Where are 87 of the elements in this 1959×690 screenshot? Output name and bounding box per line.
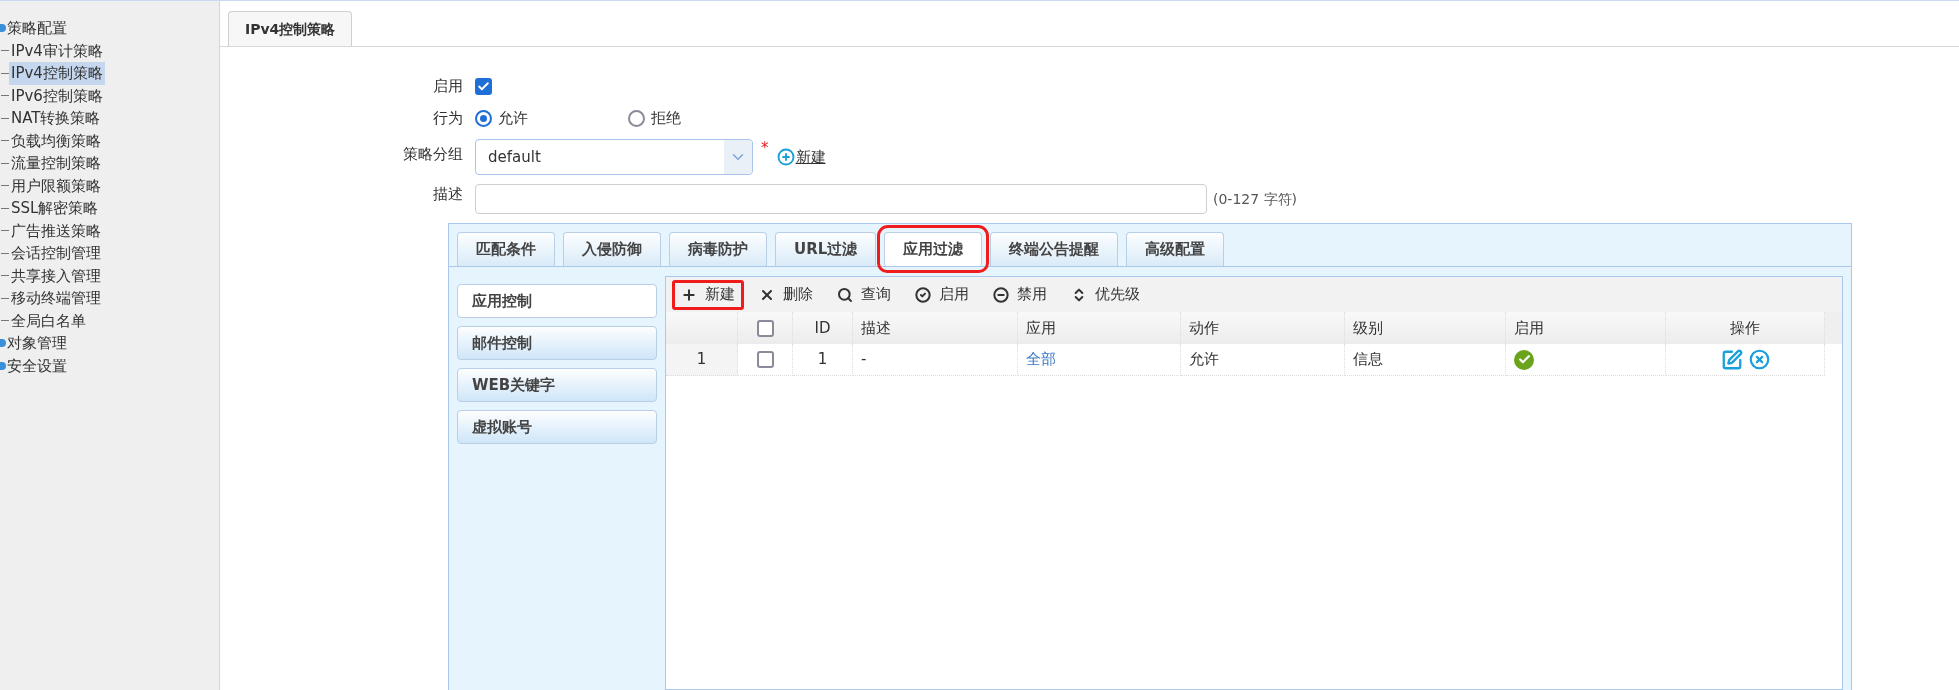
toolbar-button[interactable]: 新建 <box>672 279 744 310</box>
tree-line <box>1 207 9 209</box>
checkbox[interactable] <box>756 351 774 368</box>
checkbox[interactable] <box>756 319 774 337</box>
hint-text: (0-127 字符) <box>1213 189 1298 209</box>
check-circle-icon <box>915 286 931 303</box>
toolbar-button[interactable]: 删除 <box>750 279 822 310</box>
toolbar-button[interactable]: 优先级 <box>1062 279 1149 310</box>
sub-menu-item[interactable]: 邮件控制 <box>457 326 657 360</box>
page-tab[interactable]: IPv4控制策略 <box>228 11 353 46</box>
sub-menu-item[interactable]: 应用控制 <box>457 284 657 318</box>
table-cell: 信息 <box>1345 344 1506 376</box>
toolbar-button[interactable]: 启用 <box>906 279 978 310</box>
table-cell: 1 <box>793 344 853 376</box>
add-circle-icon <box>776 148 795 166</box>
chevron-down-icon <box>724 140 752 174</box>
tree-line <box>1 72 9 74</box>
tree-group[interactable]: 安全设置 <box>7 354 67 377</box>
tree-item[interactable]: IPv4控制策略 <box>9 62 105 85</box>
tree-line <box>1 185 9 187</box>
tree-item[interactable]: 全局白名单 <box>9 309 88 332</box>
tree-item[interactable]: 负载均衡策略 <box>9 129 103 152</box>
tree-line <box>1 117 9 119</box>
toolbar-button[interactable]: 禁用 <box>984 279 1056 310</box>
tree-line <box>1 140 9 142</box>
radio-label: 拒绝 <box>651 107 681 129</box>
checkbox[interactable] <box>475 77 492 95</box>
tree-item[interactable]: 广告推送策略 <box>9 219 103 242</box>
header-cell: 描述 <box>853 312 1018 344</box>
new-link[interactable]: 新建 <box>795 145 826 169</box>
bullet-icon <box>0 339 6 348</box>
description-input[interactable] <box>475 184 1207 214</box>
app-link[interactable]: 全部 <box>1026 348 1056 371</box>
tree-item[interactable]: 共享接入管理 <box>9 264 103 287</box>
edit-icon[interactable] <box>1720 348 1743 371</box>
header-cell: 操作 <box>1666 312 1825 344</box>
tree-item[interactable]: 移动终端管理 <box>9 287 103 310</box>
tree-item[interactable]: IPv6控制策略 <box>9 84 105 107</box>
tree-group[interactable]: 策略配置 <box>7 17 67 40</box>
tree-item[interactable]: 会话控制管理 <box>9 242 103 265</box>
header-cell: 动作 <box>1181 312 1345 344</box>
table-cell: - <box>853 344 1018 376</box>
filter-tab[interactable]: 病毒防护 <box>669 232 767 266</box>
group-select[interactable]: default <box>475 139 753 175</box>
bullet-icon <box>0 361 6 370</box>
tree-line <box>1 162 9 164</box>
field-label: 策略分组 <box>402 144 463 165</box>
delete-icon[interactable] <box>1748 349 1770 370</box>
tree-line <box>1 95 9 97</box>
sub-menu-item[interactable]: WEB关键字 <box>457 368 657 402</box>
filter-tab[interactable]: 入侵防御 <box>563 232 661 266</box>
row-number: 1 <box>666 344 738 376</box>
filter-tab[interactable]: 高级配置 <box>1126 232 1225 266</box>
field-label: 描述 <box>432 184 463 205</box>
table-cell: 允许 <box>1181 344 1345 376</box>
filter-tab[interactable]: 匹配条件 <box>457 232 555 266</box>
sub-menu-item[interactable]: 虚拟账号 <box>457 410 657 444</box>
header-cell: ID <box>793 312 853 344</box>
tree-line <box>1 50 9 52</box>
tree-item[interactable]: IPv4审计策略 <box>9 39 105 62</box>
search-icon <box>837 286 853 303</box>
toolbar-button[interactable]: 查询 <box>828 279 900 310</box>
header-cell: 启用 <box>1506 312 1666 344</box>
checkmark-icon <box>477 79 490 93</box>
tree-item[interactable]: 流量控制策略 <box>9 152 103 175</box>
field-label: 行为 <box>432 108 463 129</box>
radio-button[interactable] <box>475 109 492 127</box>
header-cell: 应用 <box>1018 312 1181 344</box>
plus-icon <box>681 286 697 303</box>
radio-label: 允许 <box>498 107 528 129</box>
tree-line <box>1 252 9 254</box>
minus-circle-icon <box>993 286 1009 303</box>
filter-tab[interactable]: URL过滤 <box>775 232 877 266</box>
tree-item[interactable]: 用户限额策略 <box>9 174 103 197</box>
tree-line <box>1 320 9 322</box>
radio-button[interactable] <box>628 109 645 127</box>
header-cell: 级别 <box>1345 312 1506 344</box>
tree-group[interactable]: 对象管理 <box>7 332 67 355</box>
required-mark: * <box>761 138 769 159</box>
tree-line <box>1 230 9 232</box>
tree-item[interactable]: NAT转换策略 <box>9 107 103 130</box>
filter-tab[interactable]: 终端公告提醒 <box>990 232 1119 266</box>
tree-line <box>1 275 9 277</box>
bullet-icon <box>0 24 6 33</box>
field-label: 启用 <box>432 76 463 97</box>
tree-line <box>1 297 9 299</box>
tree-item[interactable]: SSL解密策略 <box>9 197 101 220</box>
